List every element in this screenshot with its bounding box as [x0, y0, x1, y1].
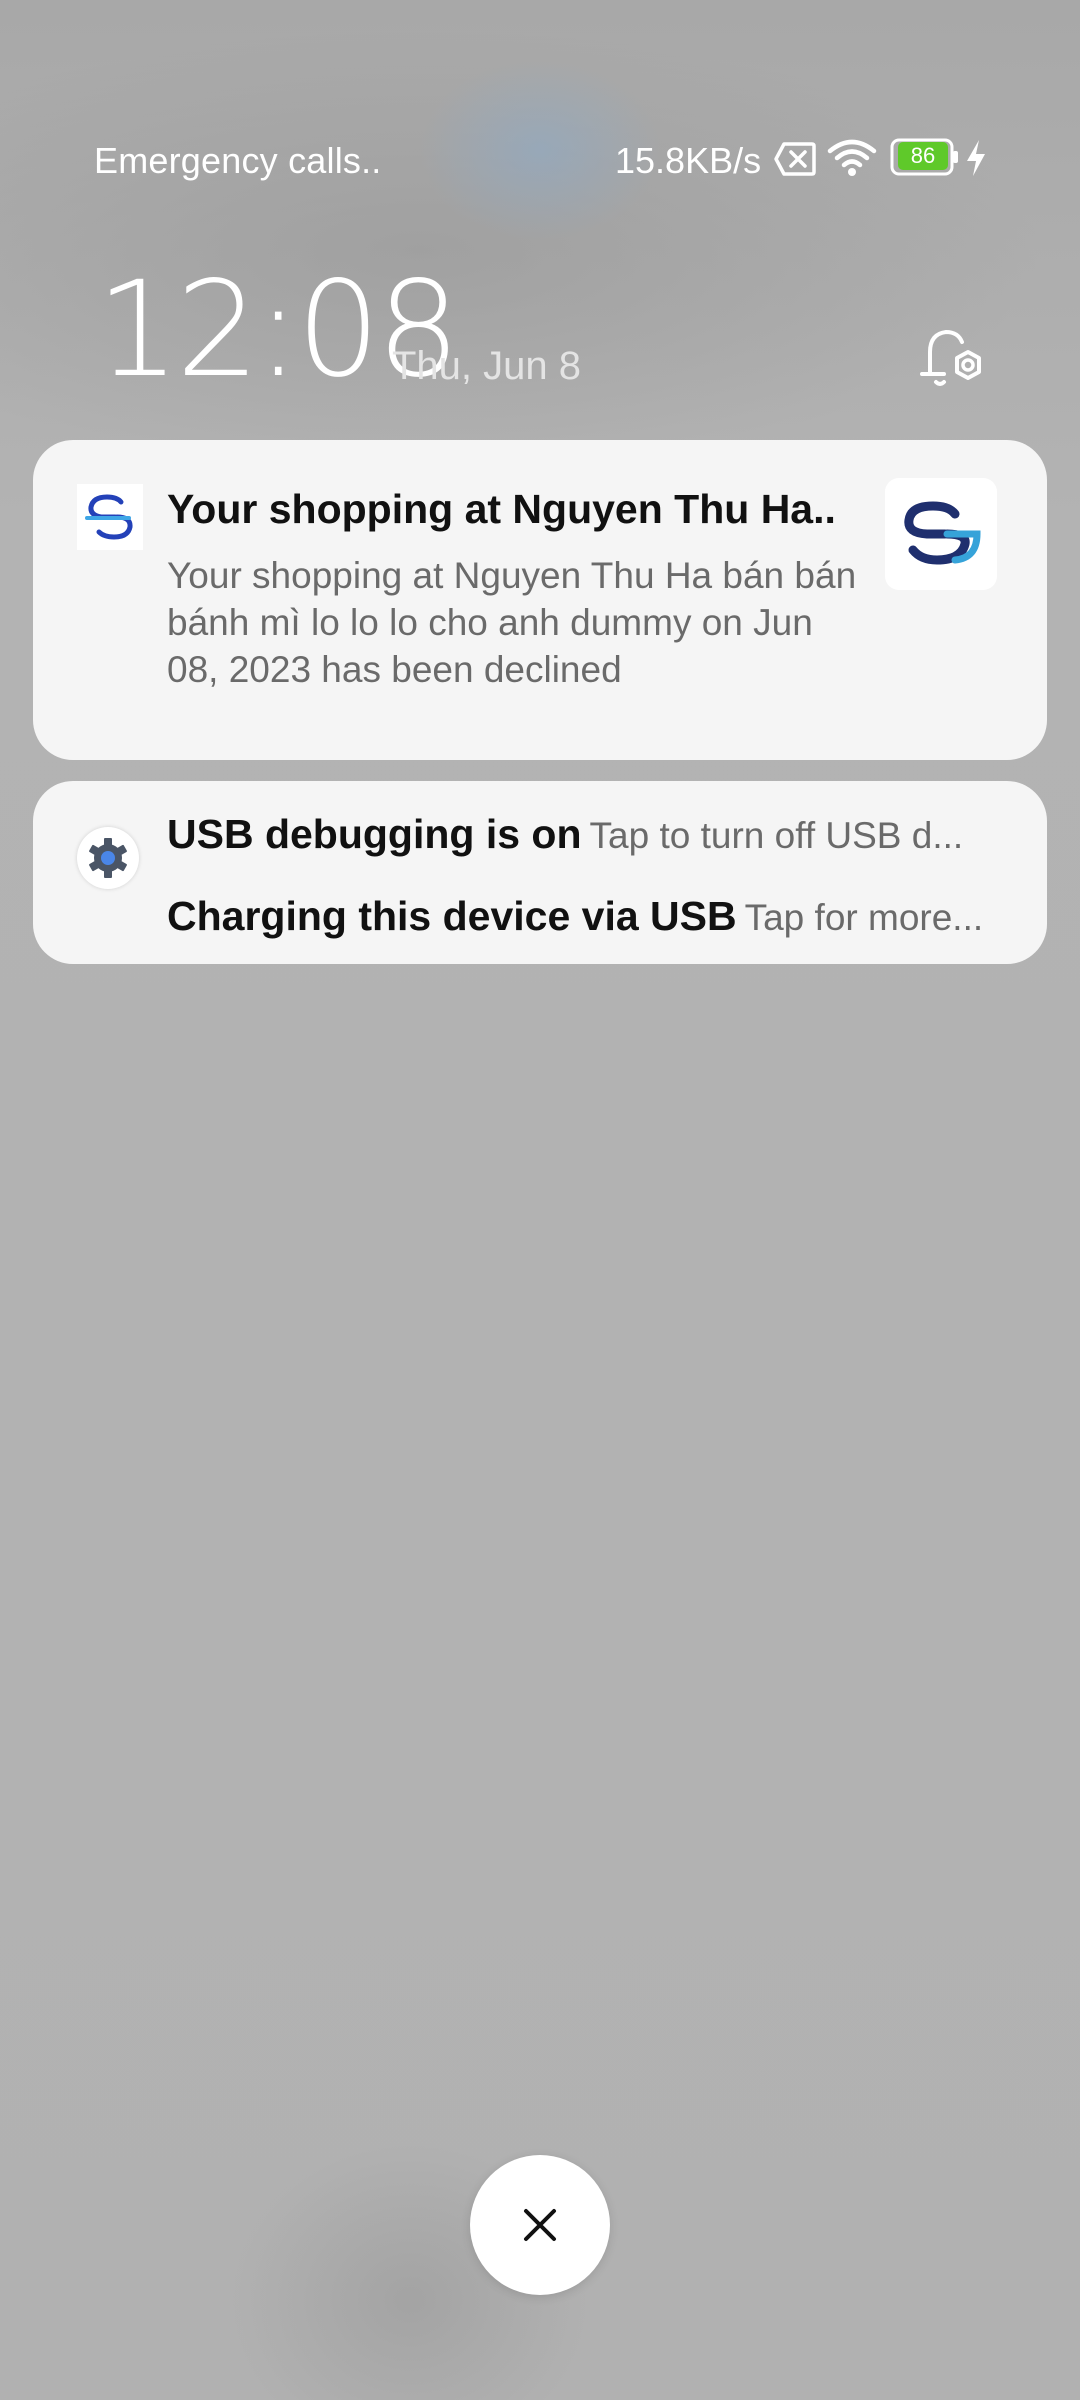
usb-debugging-row[interactable]: USB debugging is on Tap to turn off USB d… [167, 811, 1027, 858]
no-sim-icon [774, 142, 816, 176]
settings-gear-icon [77, 827, 139, 889]
notification-body: Your shopping at Nguyen Thu Ha bán bán b… [167, 555, 857, 690]
wifi-icon [827, 139, 877, 176]
notification-system[interactable]: USB debugging is on Tap to turn off USB d… [33, 781, 1047, 964]
charging-bolt-icon [967, 140, 985, 176]
usb-charging-subtitle: Tap for more... [744, 897, 984, 938]
sg-logo-icon [885, 478, 997, 590]
status-bar: Emergency calls.. 15.8KB/s 86 [0, 120, 1080, 200]
usb-debugging-title: USB debugging is on [167, 811, 582, 857]
notification-title: Your shopping at Nguyen Thu Ha.. [167, 486, 836, 532]
battery-level: 86 [898, 142, 948, 170]
sg-app-icon [77, 484, 143, 550]
close-icon [524, 2209, 556, 2241]
network-speed: 15.8KB/s [615, 140, 762, 181]
carrier-text: Emergency calls.. [94, 140, 382, 181]
clear-all-button[interactable] [470, 2155, 610, 2295]
usb-charging-row[interactable]: Charging this device via USB Tap for more… [167, 893, 1027, 940]
clock-date: Thu, Jun 8 [392, 344, 582, 388]
notification-shopping[interactable]: Your shopping at Nguyen Thu Ha.. Your sh… [33, 440, 1047, 760]
usb-charging-title: Charging this device via USB [167, 893, 737, 939]
bell-settings-icon[interactable] [914, 322, 988, 394]
usb-debugging-subtitle: Tap to turn off USB d... [589, 815, 964, 856]
